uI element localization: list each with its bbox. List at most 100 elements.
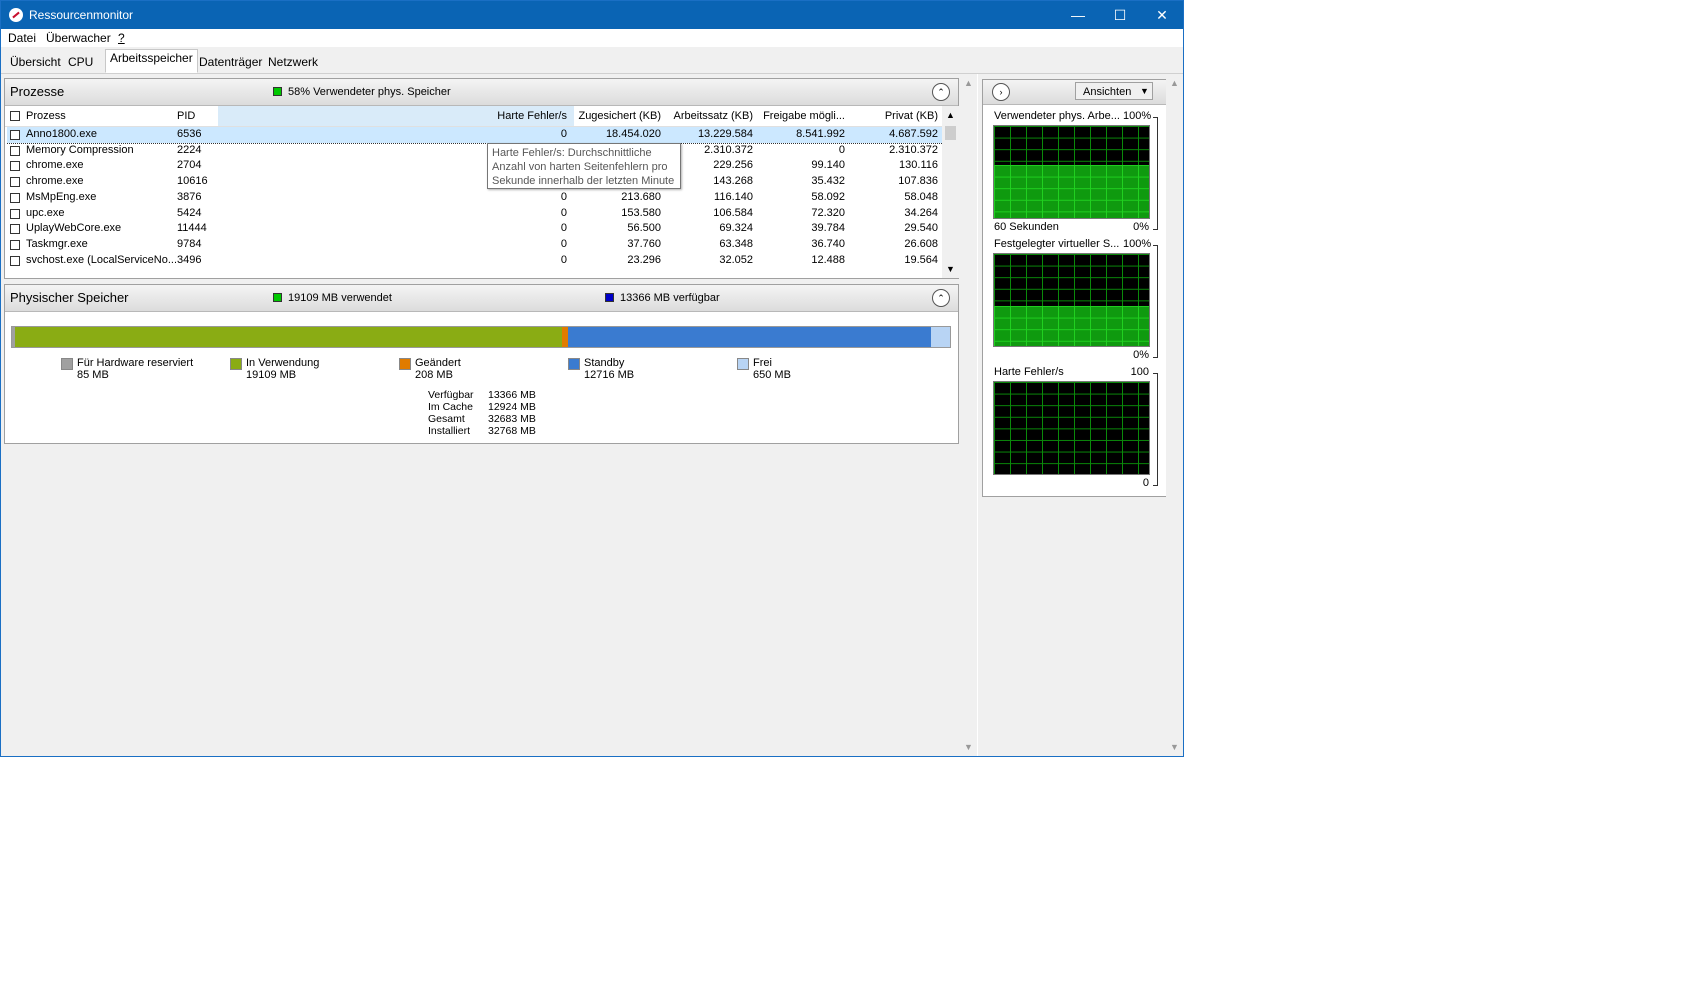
available-swatch [605, 293, 614, 302]
col-pid[interactable]: PID [177, 110, 195, 122]
graph-fill [994, 305, 1149, 346]
memory-stat-row: Verfügbar 13366 MB [428, 389, 628, 401]
col-arbeitssatz[interactable]: Arbeitssatz (KB) [665, 110, 753, 122]
memory-stat-row: Gesamt 32683 MB [428, 413, 628, 425]
graph-footer: 60 Sekunden [994, 221, 1059, 233]
tab-uebersicht[interactable]: Übersicht [5, 53, 66, 73]
memory-stat-label: Installiert [428, 425, 471, 437]
graphs-container: Verwendeter phys. Arbe... 100% 0% 60 Sekund… [983, 104, 1166, 494]
legend-value: 12716 MB [584, 369, 635, 381]
row-checkbox[interactable] [10, 177, 20, 188]
scroll-down-icon[interactable]: ▼ [964, 742, 973, 752]
table-cell: 99.140 [811, 159, 845, 172]
col-zugesichert[interactable]: Zugesichert (KB) [571, 110, 661, 122]
maximize-button[interactable]: ☐ [1098, 1, 1142, 29]
tab-cpu[interactable]: CPU [63, 53, 98, 73]
table-row[interactable]: upc.exe 5424 0 153.580 106.584 72.320 34.264 [7, 206, 945, 222]
row-checkbox[interactable] [10, 239, 20, 250]
table-cell: 0 [560, 253, 567, 266]
table-cell: 0 [560, 128, 567, 140]
table-row[interactable]: Memory Compression 2224 2.310.372 0 2.310.37… [7, 143, 945, 159]
physical-memory-panel: Physischer Speicher 19109 MB verwendet 1… [4, 284, 959, 444]
scroll-up-icon[interactable]: ▲ [946, 110, 955, 120]
col-prozess[interactable]: Prozess [26, 110, 66, 122]
chevron-right-icon[interactable]: › [992, 83, 1010, 101]
left-pane-scrollbar[interactable]: ▲ ▼ [960, 74, 977, 756]
select-all-checkbox[interactable] [10, 111, 20, 121]
collapse-icon[interactable]: ⌃ [932, 289, 950, 307]
views-dropdown[interactable]: Ansichten ▼ [1075, 82, 1153, 100]
row-checkbox[interactable] [10, 255, 20, 266]
process-scrollbar[interactable]: ▲ ▼ [942, 106, 959, 278]
graph-min-label: 0% [1133, 349, 1149, 361]
row-checkbox[interactable] [10, 145, 20, 156]
tab-netzwerk[interactable]: Netzwerk [263, 53, 323, 73]
table-cell: 29.540 [904, 222, 938, 235]
scroll-down-icon[interactable]: ▼ [946, 264, 955, 274]
menu-datei[interactable]: Datei [8, 31, 36, 45]
title-bar[interactable]: Ressourcenmonitor — ☐ ✕ [1, 1, 1183, 29]
table-cell: 13.229.584 [697, 128, 753, 140]
graph-title: Verwendeter phys. Arbe... [994, 110, 1120, 122]
row-checkbox[interactable] [10, 130, 20, 140]
table-cell: 69.324 [719, 222, 753, 235]
processes-panel: Prozesse 58% Verwendeter phys. Speicher … [4, 78, 959, 279]
graph-panel: › Ansichten ▼ Verwendeter phys. Arbe... 1… [982, 79, 1167, 497]
menu-help[interactable]: ? [118, 31, 125, 45]
scroll-thumb[interactable] [945, 126, 956, 140]
window-title: Ressourcenmonitor [29, 8, 134, 22]
scroll-up-icon[interactable]: ▲ [1170, 78, 1179, 88]
minimize-button[interactable]: — [1056, 1, 1100, 29]
table-row[interactable]: Taskmgr.exe 9784 0 37.760 63.348 36.740 26.608 [7, 237, 945, 253]
scroll-up-icon[interactable]: ▲ [964, 78, 973, 88]
graph-max-label: 100% [1123, 238, 1152, 250]
graph-plot [993, 381, 1150, 475]
physical-memory-header[interactable]: Physischer Speicher 19109 MB verwendet 1… [5, 285, 958, 312]
table-cell: 5424 [177, 206, 202, 219]
table-cell: chrome.exe [26, 159, 84, 172]
graph-pane-scrollbar[interactable]: ▲ ▼ [1166, 74, 1183, 756]
table-cell: 18.454.020 [605, 128, 661, 140]
process-list: Anno1800.exe 6536 0 18.454.020 13.229.584 8.5… [7, 127, 945, 277]
table-cell: 0 [560, 222, 567, 235]
col-freigabe[interactable]: Freigabe mögli... [757, 110, 845, 122]
table-cell: 11444 [177, 222, 207, 235]
table-cell: 0 [560, 237, 567, 250]
table-cell: 56.500 [627, 222, 661, 235]
tab-bar: Übersicht CPU Arbeitsspeicher Datenträge… [1, 47, 1183, 74]
legend-label: In Verwendung [246, 357, 320, 369]
row-checkbox[interactable] [10, 161, 20, 172]
table-row[interactable]: chrome.exe 10616 143.268 35.432 107.836 [7, 174, 945, 190]
table-row[interactable]: chrome.exe 2704 229.256 99.140 130.116 [7, 158, 945, 174]
collapse-icon[interactable]: ⌃ [932, 83, 950, 101]
tab-arbeitsspeicher[interactable]: Arbeitsspeicher [105, 49, 198, 73]
row-checkbox[interactable] [10, 192, 20, 203]
table-cell: Memory Compression [26, 143, 134, 156]
table-cell: 130.116 [899, 159, 938, 172]
dropdown-arrow-icon[interactable]: ▼ [1140, 86, 1149, 96]
table-cell: 0 [560, 190, 567, 203]
col-privat[interactable]: Privat (KB) [850, 110, 938, 122]
table-cell: 213.680 [621, 190, 661, 203]
table-cell: 153.580 [621, 206, 661, 219]
col-harte-fehler[interactable]: Harte Fehler/s [475, 110, 567, 122]
table-row[interactable]: MsMpEng.exe 3876 0 213.680 116.140 58.092 58.0… [7, 190, 945, 206]
processes-header[interactable]: Prozesse 58% Verwendeter phys. Speicher … [5, 79, 958, 106]
legend-value: 85 MB [77, 369, 109, 381]
table-row[interactable]: UplayWebCore.exe 11444 0 56.500 69.324 39.784… [7, 221, 945, 237]
graph-max-label: 100 [1130, 366, 1149, 378]
used-swatch [273, 293, 282, 302]
table-row[interactable]: Anno1800.exe 6536 0 18.454.020 13.229.584 8.5… [7, 127, 945, 144]
table-row[interactable]: svchost.exe (LocalServiceNo... 3496 0 23.29… [7, 253, 945, 269]
table-cell: 9784 [177, 237, 202, 250]
graph-title: Festgelegter virtueller S... [994, 238, 1120, 250]
close-button[interactable]: ✕ [1140, 1, 1183, 29]
legend-label: Frei [753, 357, 772, 369]
menu-ueberwacher[interactable]: Überwacher [46, 31, 111, 45]
row-checkbox[interactable] [10, 224, 20, 235]
row-checkbox[interactable] [10, 208, 20, 219]
table-cell: MsMpEng.exe [26, 190, 97, 203]
scroll-down-icon[interactable]: ▼ [1170, 742, 1179, 752]
memory-stat-row: Im Cache 12924 MB [428, 401, 628, 413]
tab-datentraeger[interactable]: Datenträger [194, 53, 267, 73]
